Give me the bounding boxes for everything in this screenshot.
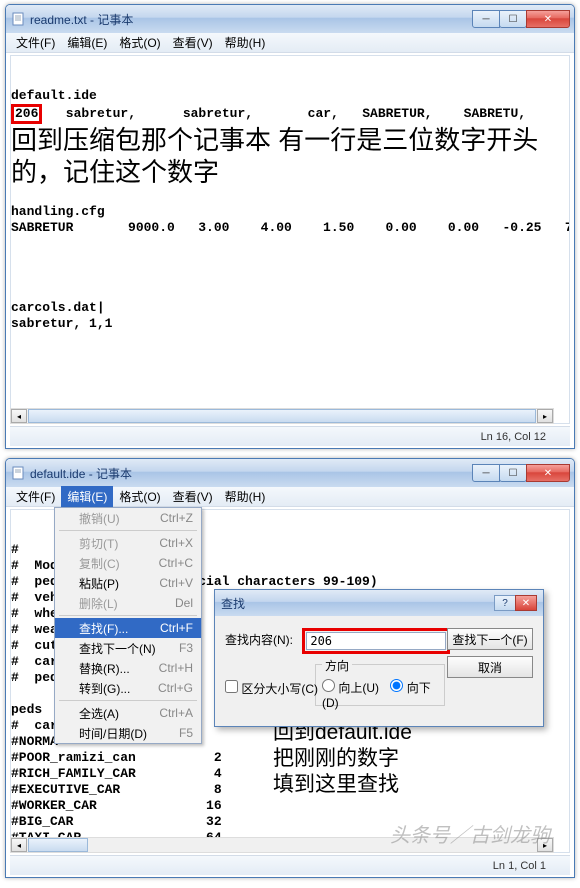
line-sabretur-carcols: sabretur, 1,1 xyxy=(11,316,112,331)
menu-item-p[interactable]: 粘贴(P)Ctrl+V xyxy=(55,573,201,593)
menu-item-d[interactable]: 时间/日期(D)F5 xyxy=(55,723,201,743)
menu-item-u[interactable]: 撤销(U)Ctrl+Z xyxy=(55,508,201,528)
find-label: 查找内容(N): xyxy=(225,631,293,648)
menu-view[interactable]: 查看(V) xyxy=(167,486,219,507)
line-sabretur-handling: SABRETUR 9000.0 3.00 4.00 1.50 0.00 0.00… xyxy=(11,220,570,235)
find-input[interactable] xyxy=(306,632,446,650)
find-dialog: 查找 ? ✕ 查找内容(N): 查找下一个(F) 取消 方向 向上(U) 向下(… xyxy=(214,589,544,727)
menu-item-c[interactable]: 复制(C)Ctrl+C xyxy=(55,553,201,573)
menu-file[interactable]: 文件(F) xyxy=(10,486,61,507)
line-handling: handling.cfg xyxy=(11,204,105,219)
notepad-icon xyxy=(10,465,26,481)
notepad-window-2: default.ide - 记事本 ─ ☐ ✕ 文件(F) 编辑(E) 格式(O… xyxy=(5,458,575,878)
radio-up[interactable]: 向上(U) xyxy=(322,681,379,695)
notepad-window-1: readme.txt - 记事本 ─ ☐ ✕ 文件(F) 编辑(E) 格式(O)… xyxy=(5,4,575,449)
menu-item-f[interactable]: 查找(F)...Ctrl+F xyxy=(55,618,201,638)
menubar-1: 文件(F) 编辑(E) 格式(O) 查看(V) 帮助(H) xyxy=(6,33,574,53)
menu-item-g[interactable]: 转到(G)...Ctrl+G xyxy=(55,678,201,698)
close-button[interactable]: ✕ xyxy=(526,10,570,28)
direction-group: 方向 向上(U) 向下(D) xyxy=(315,664,445,706)
annotation-1: 回到压缩包那个记事本 有一行是三位数字开头的，记住这个数字 xyxy=(11,125,538,187)
scroll-left-icon[interactable]: ◂ xyxy=(11,838,27,852)
maximize-button[interactable]: ☐ xyxy=(499,10,527,28)
window-title-1: readme.txt - 记事本 xyxy=(30,11,473,28)
menu-edit[interactable]: 编辑(E) xyxy=(61,32,113,53)
window-title-2: default.ide - 记事本 xyxy=(30,465,473,482)
match-case-checkbox[interactable]: 区分大小写(C) xyxy=(225,680,318,697)
scrollbar-h-1[interactable]: ◂ ▸ xyxy=(10,408,554,424)
find-next-button[interactable]: 查找下一个(F) xyxy=(447,628,533,650)
notepad-icon xyxy=(10,11,26,27)
menu-item-r[interactable]: 替换(R)...Ctrl+H xyxy=(55,658,201,678)
menu-item-t[interactable]: 剪切(T)Ctrl+X xyxy=(55,533,201,553)
find-dialog-title: 查找 xyxy=(221,595,245,612)
statusbar-2: Ln 1, Col 1 xyxy=(10,855,570,875)
find-dialog-titlebar[interactable]: 查找 ? ✕ xyxy=(215,590,543,616)
menu-format[interactable]: 格式(O) xyxy=(113,486,166,507)
scroll-left-icon[interactable]: ◂ xyxy=(11,409,27,423)
line-carcols: carcols.dat xyxy=(11,300,97,315)
menu-format[interactable]: 格式(O) xyxy=(113,32,166,53)
titlebar-2[interactable]: default.ide - 记事本 ─ ☐ ✕ xyxy=(6,459,574,487)
edit-menu-dropdown: 撤销(U)Ctrl+Z 剪切(T)Ctrl+X复制(C)Ctrl+C粘贴(P)Ct… xyxy=(54,507,202,744)
highlighted-206: 206 xyxy=(11,104,42,124)
annotation-2: 回到default.ide 把刚刚的数字 填到这里查找 xyxy=(273,720,412,798)
menu-help[interactable]: 帮助(H) xyxy=(219,486,272,507)
status-text-2: Ln 1, Col 1 xyxy=(493,860,546,872)
menu-view[interactable]: 查看(V) xyxy=(167,32,219,53)
menubar-2: 文件(F) 编辑(E) 格式(O) 查看(V) 帮助(H) 撤销(U)Ctrl+… xyxy=(6,487,574,507)
help-button[interactable]: ? xyxy=(494,595,516,611)
direction-label: 方向 xyxy=(322,657,352,674)
menu-item-l[interactable]: 删除(L)Del xyxy=(55,593,201,613)
maximize-button[interactable]: ☐ xyxy=(499,464,527,482)
scroll-right-icon[interactable]: ▸ xyxy=(537,409,553,423)
dialog-close-button[interactable]: ✕ xyxy=(515,595,537,611)
find-input-highlight xyxy=(302,628,450,654)
watermark: 头条号／古剑龙驹 xyxy=(390,819,550,848)
line-default-ide: default.ide xyxy=(11,88,97,103)
status-text-1: Ln 16, Col 12 xyxy=(481,431,546,443)
minimize-button[interactable]: ─ xyxy=(472,10,500,28)
scroll-thumb[interactable] xyxy=(28,409,536,423)
minimize-button[interactable]: ─ xyxy=(472,464,500,482)
line-sabretur-ide: sabretur, sabretur, car, SABRETUR, SABRE… xyxy=(42,106,526,121)
menu-file[interactable]: 文件(F) xyxy=(10,32,61,53)
menu-item-n[interactable]: 查找下一个(N)F3 xyxy=(55,638,201,658)
cancel-button[interactable]: 取消 xyxy=(447,656,533,678)
scroll-thumb[interactable] xyxy=(28,838,88,852)
close-button[interactable]: ✕ xyxy=(526,464,570,482)
titlebar-1[interactable]: readme.txt - 记事本 ─ ☐ ✕ xyxy=(6,5,574,33)
menu-item-a[interactable]: 全选(A)Ctrl+A xyxy=(55,703,201,723)
text-area-1[interactable]: default.ide 206 sabretur, sabretur, car,… xyxy=(10,55,570,424)
menu-help[interactable]: 帮助(H) xyxy=(219,32,272,53)
statusbar-1: Ln 16, Col 12 xyxy=(10,426,570,446)
menu-edit-active[interactable]: 编辑(E) xyxy=(61,486,113,507)
